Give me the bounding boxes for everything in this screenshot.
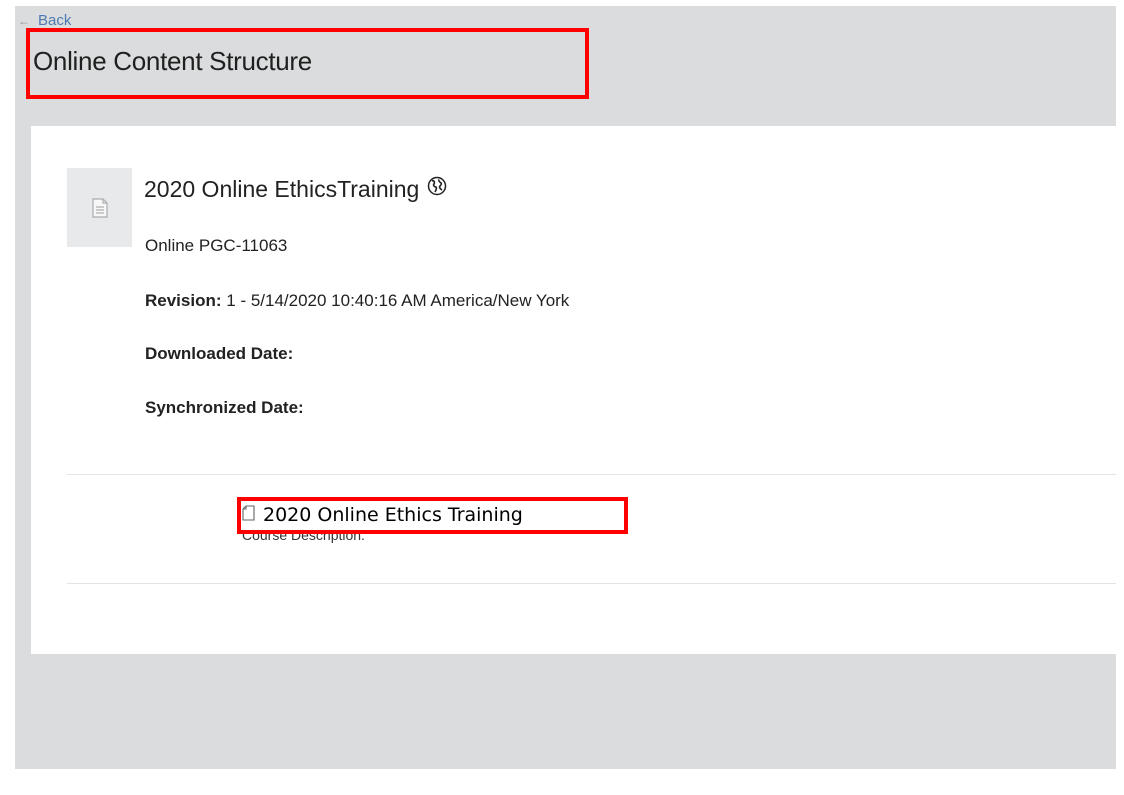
course-code: Online PGC-11063 [145, 236, 288, 255]
structure-item-title: 2020 Online Ethics Training [263, 504, 523, 526]
structure-item-link[interactable]: 2020 Online Ethics Training [242, 504, 523, 526]
downloaded-date-row: Downloaded Date: [145, 344, 293, 364]
revision-label: Revision: [145, 291, 222, 310]
structure-item-description: Course Description. [242, 527, 365, 543]
synchronized-date-label: Synchronized Date: [145, 398, 304, 417]
page-icon [242, 504, 263, 526]
globe-icon [427, 175, 447, 202]
back-link-label: Back [38, 12, 72, 29]
course-thumbnail [67, 168, 132, 247]
back-arrow-icon: ← [18, 14, 30, 28]
back-link[interactable]: ← Back [18, 12, 71, 29]
page-title: Online Content Structure [33, 46, 312, 76]
structure-item: 2020 Online Ethics Training Course Descr… [242, 504, 523, 543]
document-icon [91, 197, 108, 218]
downloaded-date-label: Downloaded Date: [145, 344, 294, 363]
course-title: 2020 Online EthicsTraining [144, 176, 447, 203]
revision-value: 1 - 5/14/2020 10:40:16 AM America/New Yo… [226, 291, 570, 310]
divider [67, 583, 1116, 584]
course-title-text: 2020 Online EthicsTraining [144, 176, 420, 202]
revision-row: Revision: 1 - 5/14/2020 10:40:16 AM Amer… [145, 291, 569, 311]
page-background: ← Back Online Content Structure 2020 Onli… [15, 6, 1116, 769]
divider [67, 474, 1116, 475]
content-card: 2020 Online EthicsTraining Online PGC-11… [31, 126, 1116, 654]
synchronized-date-row: Synchronized Date: [145, 398, 304, 418]
